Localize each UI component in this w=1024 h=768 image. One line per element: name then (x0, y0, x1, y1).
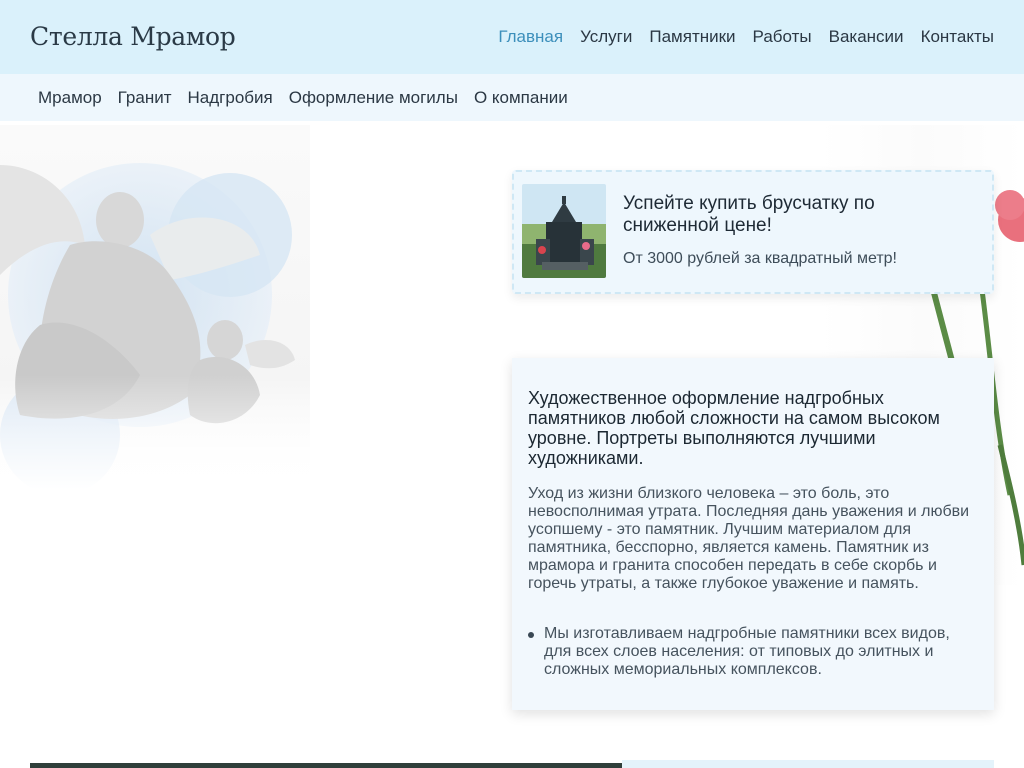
info-body: Уход из жизни близкого человека – это бо… (528, 485, 970, 592)
sub-header: Мрамор Гранит Надгробия Оформление могил… (0, 74, 1024, 121)
angel-illustration (0, 163, 310, 495)
site-logo[interactable]: Стелла Мрамор (30, 22, 236, 51)
info-list: Мы изготавливаем надгробные памятники вс… (528, 625, 968, 679)
nav-item-contacts[interactable]: Контакты (921, 27, 994, 47)
subnav-item-grave-design[interactable]: Оформление могилы (289, 88, 458, 108)
nav-item-services[interactable]: Услуги (580, 27, 632, 47)
monument-thumbnail[interactable] (522, 184, 606, 278)
main-nav: Главная Услуги Памятники Работы Вакансии… (498, 27, 994, 47)
nav-item-monuments[interactable]: Памятники (649, 27, 735, 47)
subnav-item-granite[interactable]: Гранит (118, 88, 172, 108)
promo-title: Успейте купить брусчатку по сниженной це… (623, 193, 875, 236)
subnav-item-tombstones[interactable]: Надгробия (188, 88, 273, 108)
subnav-item-about[interactable]: О компании (474, 88, 568, 108)
nav-item-works[interactable]: Работы (753, 27, 812, 47)
nav-item-vacancies[interactable]: Вакансии (829, 27, 904, 47)
info-card: Художественное оформление надгробных пам… (512, 358, 994, 710)
monument-photo (522, 184, 606, 278)
nav-item-home[interactable]: Главная (498, 27, 563, 47)
subnav-item-marble[interactable]: Мрамор (38, 88, 102, 108)
promo-subtitle: От 3000 рублей за квадратный метр! (623, 250, 897, 267)
info-title: Художественное оформление надгробных пам… (528, 388, 940, 468)
gallery-image-preview (30, 763, 622, 768)
promo-card[interactable]: Успейте купить брусчатку по сниженной це… (512, 170, 994, 294)
bottom-panel (622, 760, 994, 768)
top-header: Стелла Мрамор Главная Услуги Памятники Р… (0, 0, 1024, 74)
angel-sculpture-image (0, 125, 310, 495)
sub-nav: Мрамор Гранит Надгробия Оформление могил… (38, 88, 568, 108)
list-item: Мы изготавливаем надгробные памятники вс… (528, 625, 968, 679)
